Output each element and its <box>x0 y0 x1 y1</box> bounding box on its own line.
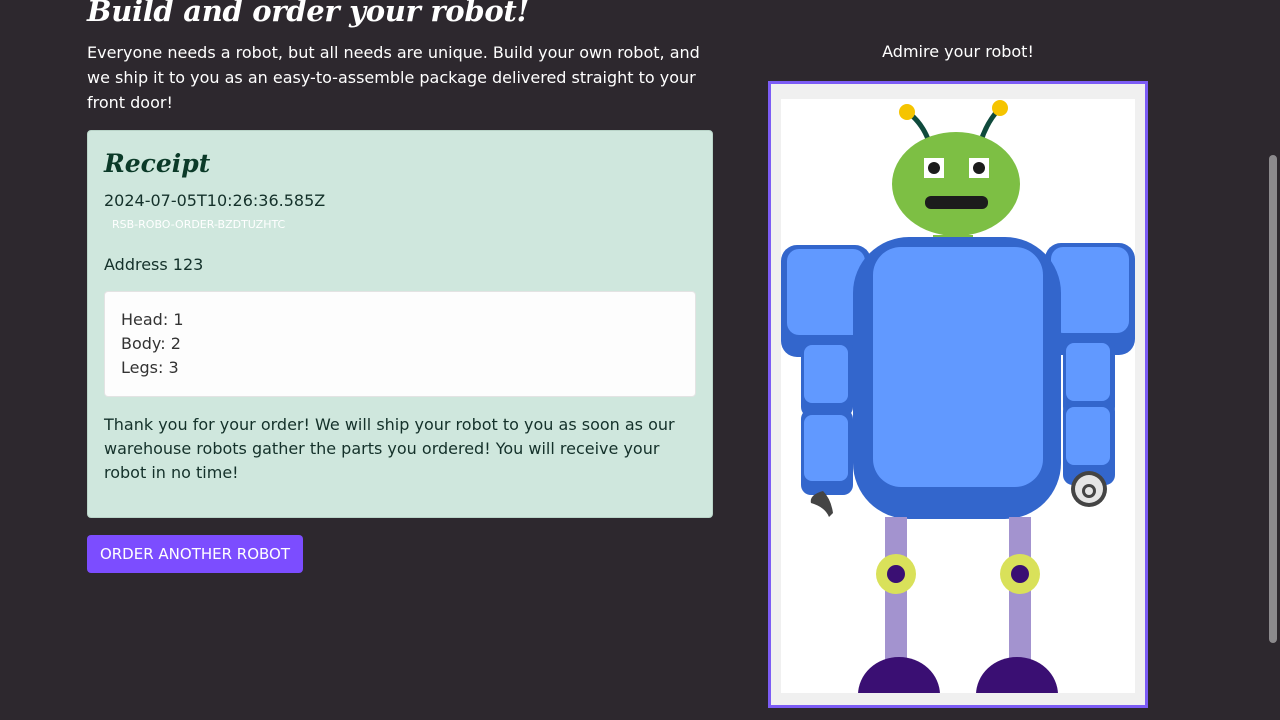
robot-illustration <box>781 100 1135 693</box>
page-scrollbar[interactable] <box>1266 0 1280 720</box>
order-another-robot-button[interactable]: ORDER ANOTHER ROBOT <box>87 535 303 573</box>
robot-body <box>853 237 1061 519</box>
robot-preview-canvas <box>781 99 1135 693</box>
robot-head <box>892 132 1020 241</box>
page-title: Build and order your robot! <box>87 0 529 28</box>
parts-list: Head: 1 Body: 2 Legs: 3 <box>104 291 696 397</box>
robot-legs <box>858 517 1058 693</box>
thank-you-message: Thank you for your order! We will ship y… <box>104 415 675 482</box>
receipt-title: Receipt <box>104 149 211 178</box>
part-legs: Legs: 3 <box>121 358 179 377</box>
partial-link[interactable] <box>880 713 1000 720</box>
receipt-timestamp: 2024-07-05T10:26:36.585Z <box>104 191 326 210</box>
intro-text: Everyone needs a robot, but all needs ar… <box>87 43 700 112</box>
preview-title: Admire your robot! <box>882 42 1034 61</box>
page: Build and order your robot! Everyone nee… <box>0 0 1280 720</box>
receipt-address: Address 123 <box>104 255 204 274</box>
part-head: Head: 1 <box>121 310 184 329</box>
receipt-card: Receipt 2024-07-05T10:26:36.585Z RSB-ROB… <box>87 130 713 518</box>
order-id-badge: RSB-ROBO-ORDER-BZDTUZHTC <box>112 218 286 231</box>
scrollbar-thumb[interactable] <box>1269 155 1277 643</box>
robot-preview-frame <box>768 81 1148 708</box>
part-body: Body: 2 <box>121 334 181 353</box>
